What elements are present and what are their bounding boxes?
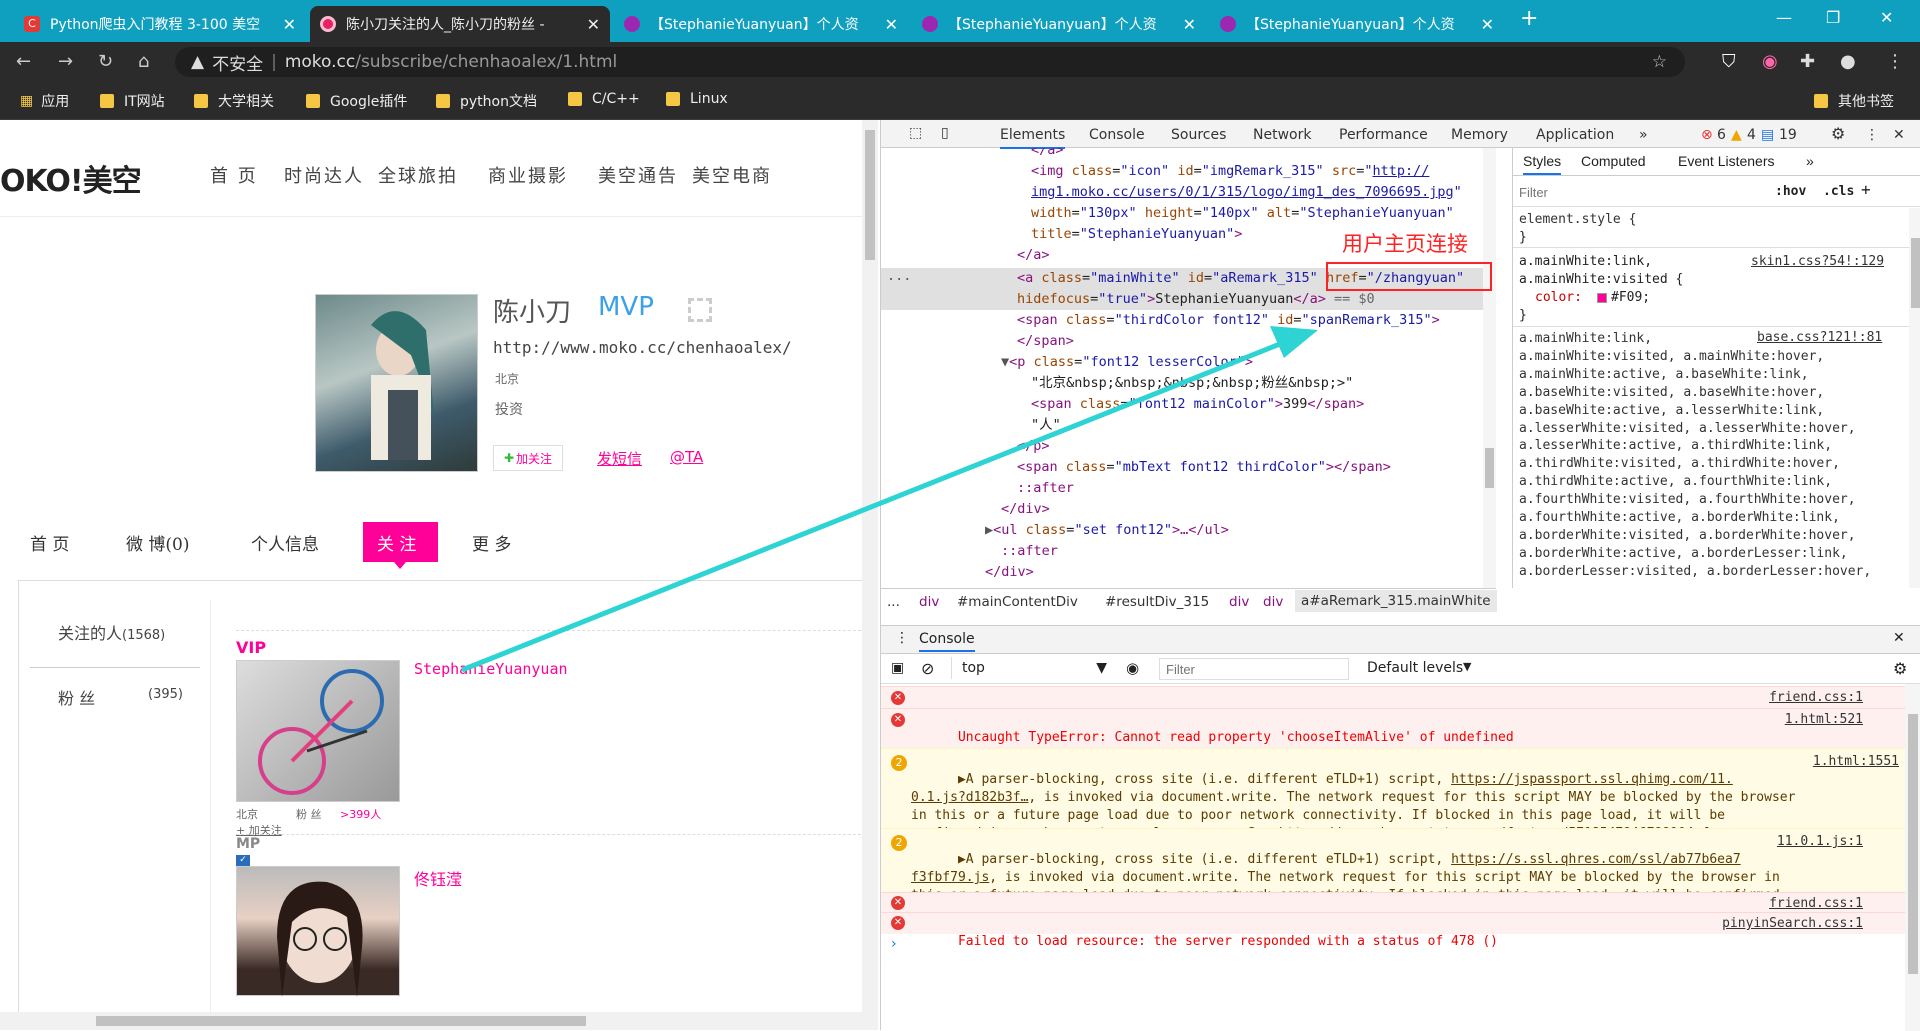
annotation-arrow — [461, 326, 1318, 673]
